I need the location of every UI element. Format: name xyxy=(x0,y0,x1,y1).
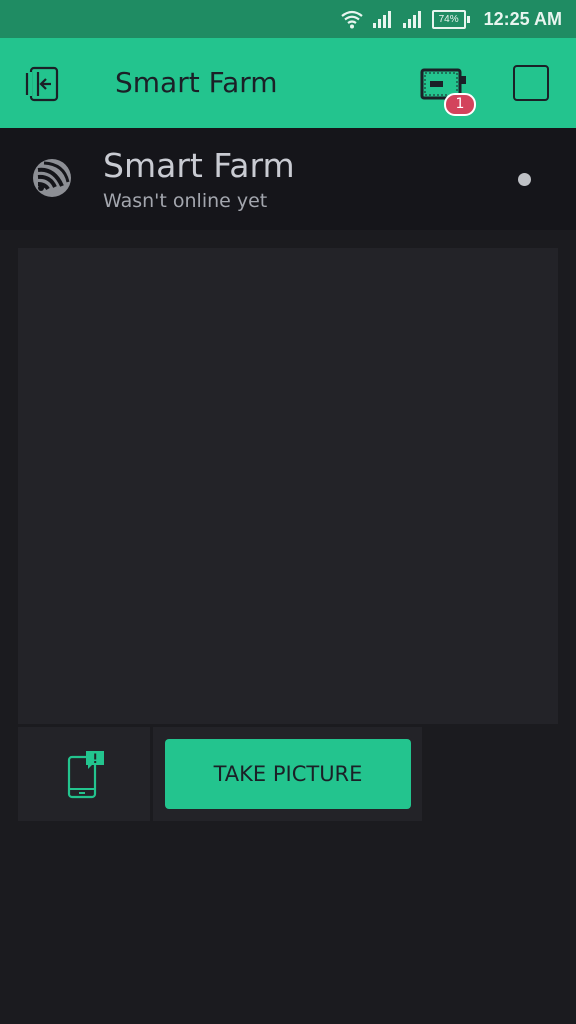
battery-percent: 74% xyxy=(431,9,466,29)
battery-tip xyxy=(466,15,470,23)
phone-notification-icon xyxy=(67,751,104,799)
battery-icon: 74% xyxy=(431,9,470,29)
exit-project-icon[interactable] xyxy=(22,62,66,106)
online-status-dot xyxy=(518,173,531,186)
wifi-icon xyxy=(340,10,363,29)
button-widget: TAKE PICTURE xyxy=(153,727,422,821)
notification-widget[interactable] xyxy=(18,727,150,821)
status-bar: 74% 12:25 AM xyxy=(0,0,576,38)
device-header[interactable]: Smart Farm Wasn't online yet xyxy=(0,128,576,230)
signal-icon xyxy=(402,11,421,28)
signal-icon xyxy=(372,11,391,28)
square-icon[interactable] xyxy=(513,65,549,101)
device-badge: 1 xyxy=(444,93,476,116)
espressif-logo-icon xyxy=(33,159,71,197)
app-bar: Smart Farm 1 xyxy=(0,38,576,128)
device-name: Smart Farm xyxy=(103,146,295,185)
app-title: Smart Farm xyxy=(115,66,278,99)
device-status: Wasn't online yet xyxy=(103,190,268,212)
video-stream-widget[interactable] xyxy=(18,248,558,724)
take-picture-button[interactable]: TAKE PICTURE xyxy=(165,739,411,809)
status-time: 12:25 AM xyxy=(483,8,562,29)
